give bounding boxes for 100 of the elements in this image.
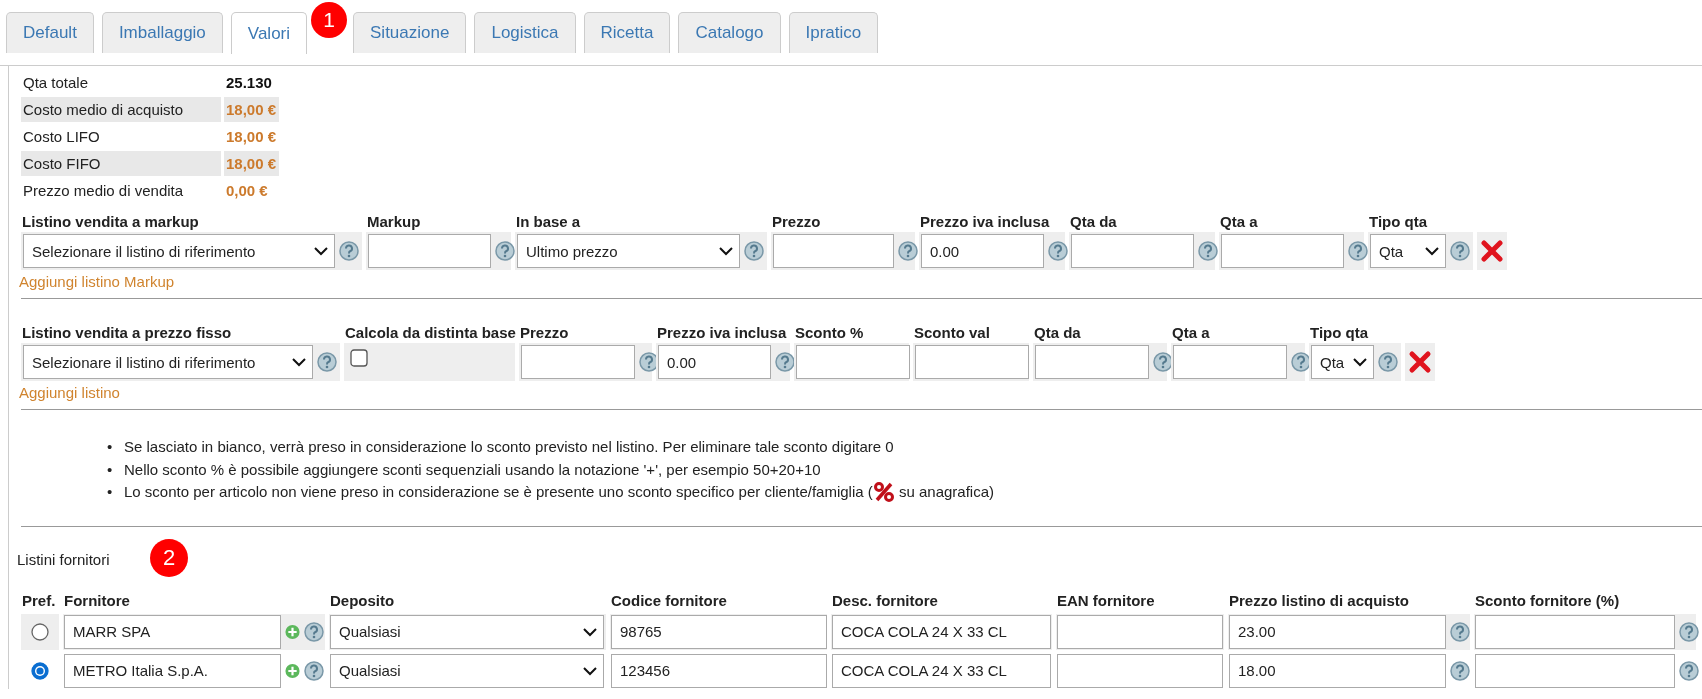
input-field[interactable]	[773, 234, 894, 268]
help-icon[interactable]	[1679, 660, 1699, 681]
tab[interactable]: Catalogo	[678, 12, 781, 53]
column-header: Sconto fornitore (%)	[1474, 591, 1621, 609]
column-header: Deposito	[329, 591, 396, 609]
stat-label: Qta totale	[22, 73, 90, 93]
column-header: Fornitore	[63, 591, 131, 609]
input-field[interactable]: MARR SPA	[64, 614, 281, 649]
tab[interactable]: Logistica	[474, 12, 576, 53]
input-field[interactable]	[1035, 345, 1149, 379]
stat-label: Costo medio di acquisto	[21, 97, 221, 122]
add-icon[interactable]	[285, 622, 300, 641]
input-field[interactable]: 0.00	[658, 345, 771, 379]
column-header: Listino vendita a markup	[21, 213, 200, 230]
tab[interactable]: Ricetta	[583, 12, 671, 53]
dropdown[interactable]: Qta	[1311, 345, 1374, 379]
help-icon[interactable]	[304, 621, 324, 642]
section-title: Listini fornitori	[17, 551, 110, 568]
column-header: Desc. fornitore	[831, 591, 939, 609]
stat-value: 18,00 €	[224, 97, 280, 122]
bullet: •	[107, 482, 114, 503]
column-header: EAN fornitore	[1056, 591, 1156, 609]
input-field[interactable]	[1057, 614, 1223, 649]
input-field[interactable]	[1057, 653, 1223, 688]
dropdown[interactable]: Selezionare il listino di riferimento	[23, 345, 313, 379]
stat-value: 25.130	[225, 73, 273, 93]
stat-label: Costo LIFO	[22, 127, 101, 147]
tab[interactable]: Default	[6, 12, 94, 53]
chevron-icon	[1353, 357, 1367, 367]
callout-badge: 2	[150, 538, 188, 577]
help-icon[interactable]	[1291, 352, 1311, 372]
tab[interactable]: Valori	[230, 12, 308, 54]
input-field[interactable]	[1475, 653, 1675, 688]
add-icon[interactable]	[285, 661, 300, 680]
chevron-icon	[583, 626, 597, 637]
column-header: Codice fornitore	[610, 591, 728, 609]
input-field[interactable]	[521, 345, 635, 379]
column-header: Qta a	[1219, 213, 1259, 230]
input-field[interactable]: 123456	[611, 653, 827, 688]
column-header: Markup	[366, 213, 422, 230]
tab[interactable]: Imballaggio	[101, 12, 223, 53]
tab[interactable]: Situazione	[353, 12, 467, 53]
input-field[interactable]: 23.00	[1229, 614, 1446, 649]
input-field[interactable]: 0.00	[921, 234, 1044, 268]
help-icon[interactable]	[1153, 352, 1173, 372]
delete-icon[interactable]	[1407, 350, 1432, 374]
input-field[interactable]	[1173, 345, 1287, 379]
help-icon[interactable]	[304, 660, 324, 681]
note-text: Se lasciato in bianco, verrà preso in considerazione lo sconto previsto nel listino. Per eliminare tale sconto digitare 0	[124, 437, 894, 458]
input-field[interactable]	[1221, 234, 1344, 268]
help-icon[interactable]	[1679, 621, 1699, 642]
radio-button[interactable]	[31, 622, 49, 641]
help-icon[interactable]	[495, 241, 515, 261]
help-icon[interactable]	[744, 241, 764, 261]
dropdown[interactable]: Qta	[1370, 234, 1446, 268]
help-icon[interactable]	[317, 352, 337, 372]
column-header: Qta da	[1033, 324, 1082, 341]
dropdown[interactable]: Qualsiasi	[330, 614, 604, 649]
column-header: In base a	[515, 213, 582, 230]
dropdown[interactable]: Ultimo prezzo	[517, 234, 740, 268]
input-field[interactable]: COCA COLA 24 X 33 CL	[832, 653, 1051, 688]
stat-label: Prezzo medio di vendita	[22, 181, 185, 201]
help-icon[interactable]	[339, 241, 359, 261]
bullet: •	[107, 459, 114, 480]
input-field[interactable]: 18.00	[1229, 653, 1446, 688]
input-field[interactable]	[1475, 614, 1675, 649]
stat-value: 0,00 €	[225, 181, 269, 201]
help-icon[interactable]	[1048, 241, 1068, 261]
help-icon[interactable]	[1348, 241, 1368, 261]
column-header: Qta a	[1171, 324, 1211, 341]
input-field[interactable]: METRO Italia S.p.A.	[64, 653, 281, 688]
delete-icon[interactable]	[1479, 239, 1504, 263]
column-header: Prezzo iva inclusa	[656, 324, 788, 341]
dropdown[interactable]: Selezionare il listino di riferimento	[23, 234, 335, 268]
stat-label: Costo FIFO	[21, 151, 221, 176]
help-icon[interactable]	[1198, 241, 1218, 261]
radio-button[interactable]	[31, 661, 49, 680]
note-text: Lo sconto per articolo non viene preso in considerazione se è presente uno sconto specifico per cliente/famiglia (	[124, 482, 873, 503]
column-header: Sconto %	[794, 324, 865, 341]
help-icon[interactable]	[1450, 660, 1470, 681]
column-header: Sconto val	[913, 324, 991, 341]
input-field[interactable]	[1071, 234, 1194, 268]
column-header: Prezzo listino di acquisto	[1228, 591, 1411, 609]
column-header: Prezzo iva inclusa	[919, 213, 1051, 230]
column-header: Prezzo	[771, 213, 822, 230]
help-icon[interactable]	[898, 241, 918, 261]
help-icon[interactable]	[775, 352, 795, 372]
dropdown[interactable]: Qualsiasi	[330, 653, 604, 688]
input-field[interactable]	[368, 234, 491, 268]
input-field[interactable]: COCA COLA 24 X 33 CL	[832, 614, 1051, 649]
input-field[interactable]: 98765	[611, 614, 827, 649]
callout-badge: 1	[311, 2, 347, 38]
help-icon[interactable]	[1450, 621, 1470, 642]
column-header: Calcola da distinta base	[344, 324, 515, 341]
column-header: Tipo qta	[1368, 213, 1429, 230]
chevron-icon	[1425, 246, 1439, 256]
help-icon[interactable]	[1450, 241, 1470, 261]
checkbox[interactable]	[350, 349, 368, 367]
tab[interactable]: Ipratico	[788, 12, 879, 53]
help-icon[interactable]	[1378, 352, 1398, 372]
